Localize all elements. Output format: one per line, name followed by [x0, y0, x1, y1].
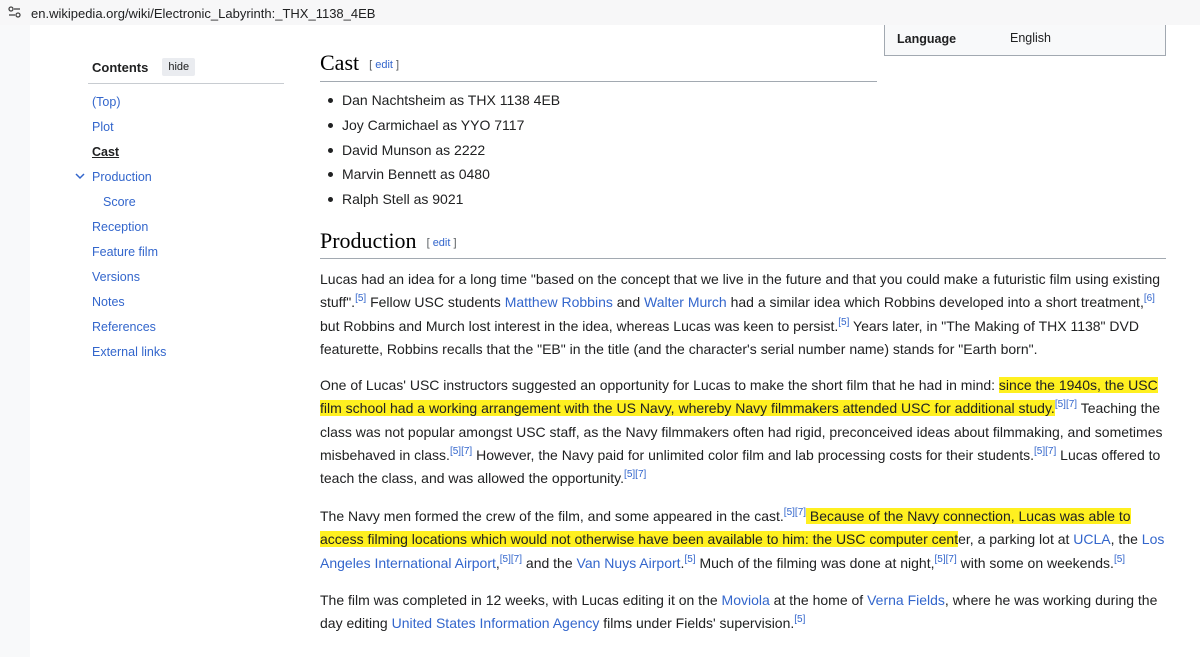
edit-link: [ edit ]: [369, 59, 400, 71]
site-settings-icon[interactable]: [8, 6, 21, 18]
citation-link[interactable]: [7]: [1045, 446, 1056, 457]
citation-link[interactable]: [7]: [946, 554, 957, 565]
toc-header: Contents hide: [92, 58, 196, 76]
citation-link[interactable]: [5]: [684, 554, 695, 565]
paragraph-2: One of Lucas' USC instructors suggested …: [320, 374, 1165, 490]
text: films under Fields' supervision.: [599, 615, 795, 632]
toc-item-references[interactable]: References: [92, 317, 166, 342]
paragraph-1: Lucas had an idea for a long time "based…: [320, 268, 1165, 361]
text: Much of the filming was done at night,: [695, 554, 935, 571]
text: The film was completed in 12 weeks, with…: [320, 592, 722, 608]
toc-link[interactable]: Notes: [92, 295, 125, 309]
toc-hide-button[interactable]: hide: [162, 58, 196, 76]
link-walter-murch[interactable]: Walter Murch: [644, 294, 727, 310]
toc-link[interactable]: Production: [92, 170, 152, 184]
cast-item: Ralph Stell as 9021: [326, 189, 560, 214]
toc-link[interactable]: Cast: [92, 145, 119, 159]
citation-link[interactable]: [5]: [784, 507, 795, 518]
toc-item-plot[interactable]: Plot: [92, 117, 166, 142]
cast-list: Dan Nachtsheim as THX 1138 4EB Joy Carmi…: [326, 90, 560, 214]
toc-link[interactable]: References: [92, 320, 156, 334]
cast-item: Marvin Bennett as 0480: [326, 164, 560, 189]
citation-link[interactable]: [6]: [1144, 293, 1155, 304]
toc-link[interactable]: Reception: [92, 220, 148, 234]
toc-link[interactable]: Score: [103, 195, 136, 209]
citation-link[interactable]: [5]: [355, 293, 366, 304]
toc-divider: [88, 83, 284, 84]
edit-section-production[interactable]: edit: [433, 237, 451, 249]
chevron-down-icon[interactable]: [74, 170, 86, 182]
heading-text: Production: [320, 228, 417, 253]
text: and: [612, 294, 644, 311]
toc-item-external-links[interactable]: External links: [92, 342, 166, 367]
url-text[interactable]: en.wikipedia.org/wiki/Electronic_Labyrin…: [31, 6, 375, 21]
infobox: Language English: [884, 25, 1166, 56]
paragraph-4: The film was completed in 12 weeks, with…: [320, 589, 1165, 636]
toc-item-top[interactable]: (Top): [92, 92, 166, 117]
toc-title: Contents: [92, 59, 149, 75]
infobox-label-language: Language: [897, 32, 957, 46]
citation-link[interactable]: [5]: [838, 317, 849, 328]
cast-item: David Munson as 2222: [326, 140, 560, 165]
heading-rule: [320, 81, 877, 82]
toc-item-production[interactable]: Production: [75, 167, 166, 192]
left-gutter: [0, 25, 30, 657]
text: , the: [1110, 531, 1142, 548]
citation-link[interactable]: [5]: [1034, 446, 1045, 457]
edit-link: [ edit ]: [426, 237, 457, 249]
text: One of Lucas' USC instructors suggested …: [320, 377, 999, 393]
text: had a similar idea which Robbins develop…: [726, 294, 1144, 311]
link-matthew-robbins[interactable]: Matthew Robbins: [505, 294, 613, 310]
edit-section-cast[interactable]: edit: [375, 59, 393, 71]
toc-item-reception[interactable]: Reception: [92, 217, 166, 242]
toc-link[interactable]: Feature film: [92, 245, 158, 259]
toc-item-feature-film[interactable]: Feature film: [92, 242, 166, 267]
citation-link[interactable]: [5]: [1114, 554, 1125, 565]
toc-link[interactable]: (Top): [92, 95, 120, 109]
citation-link[interactable]: [5]: [1055, 399, 1066, 410]
citation-link[interactable]: [7]: [1066, 399, 1077, 410]
citation-link[interactable]: [5]: [450, 446, 461, 457]
heading-rule: [320, 258, 1166, 259]
citation-link[interactable]: [7]: [511, 554, 522, 565]
section-heading-production: Production [ edit ]: [320, 228, 457, 254]
citation-link[interactable]: [5]: [624, 469, 635, 480]
citation-link[interactable]: [7]: [461, 446, 472, 457]
text: The Navy men formed the crew of the film…: [320, 508, 784, 524]
heading-text: Cast: [320, 50, 360, 75]
address-bar[interactable]: en.wikipedia.org/wiki/Electronic_Labyrin…: [0, 0, 1200, 25]
link-moviola[interactable]: Moviola: [722, 592, 770, 608]
text: at the home of: [769, 592, 868, 608]
toc-link[interactable]: External links: [92, 345, 166, 359]
toc-list: (Top) Plot Cast Production Score Recepti…: [75, 92, 166, 367]
cast-item: Joy Carmichael as YYO 7117: [326, 115, 560, 140]
cast-item: Dan Nachtsheim as THX 1138 4EB: [326, 90, 560, 115]
text: However, the Navy paid for unlimited col…: [472, 446, 1035, 463]
link-united-states-information-agency[interactable]: United States Information Agency: [392, 615, 600, 631]
toc-link[interactable]: Versions: [92, 270, 140, 284]
toc-item-notes[interactable]: Notes: [92, 292, 166, 317]
toc-item-score[interactable]: Score: [92, 192, 166, 217]
text: but Robbins and Murch lost interest in t…: [320, 317, 839, 334]
infobox-value-language: English: [1010, 31, 1051, 45]
citation-link[interactable]: [5]: [934, 554, 945, 565]
link-van-nuys-airport[interactable]: Van Nuys Airport: [577, 555, 681, 571]
text: Fellow USC students: [366, 294, 505, 311]
link-ucla[interactable]: UCLA: [1073, 531, 1110, 547]
text: with some on weekends.: [956, 554, 1114, 571]
citation-link[interactable]: [7]: [635, 469, 646, 480]
paragraph-3: The Navy men formed the crew of the film…: [320, 505, 1165, 575]
toc-item-versions[interactable]: Versions: [92, 267, 166, 292]
citation-link[interactable]: [5]: [500, 554, 511, 565]
text: and the: [522, 554, 577, 571]
text: er, a parking lot at: [958, 531, 1074, 548]
section-heading-cast: Cast [ edit ]: [320, 50, 399, 76]
toc-item-cast[interactable]: Cast: [92, 142, 166, 167]
link-verna-fields[interactable]: Verna Fields: [867, 592, 945, 608]
citation-link[interactable]: [5]: [794, 614, 805, 625]
citation-link[interactable]: [7]: [795, 507, 806, 518]
toc-link[interactable]: Plot: [92, 120, 114, 134]
